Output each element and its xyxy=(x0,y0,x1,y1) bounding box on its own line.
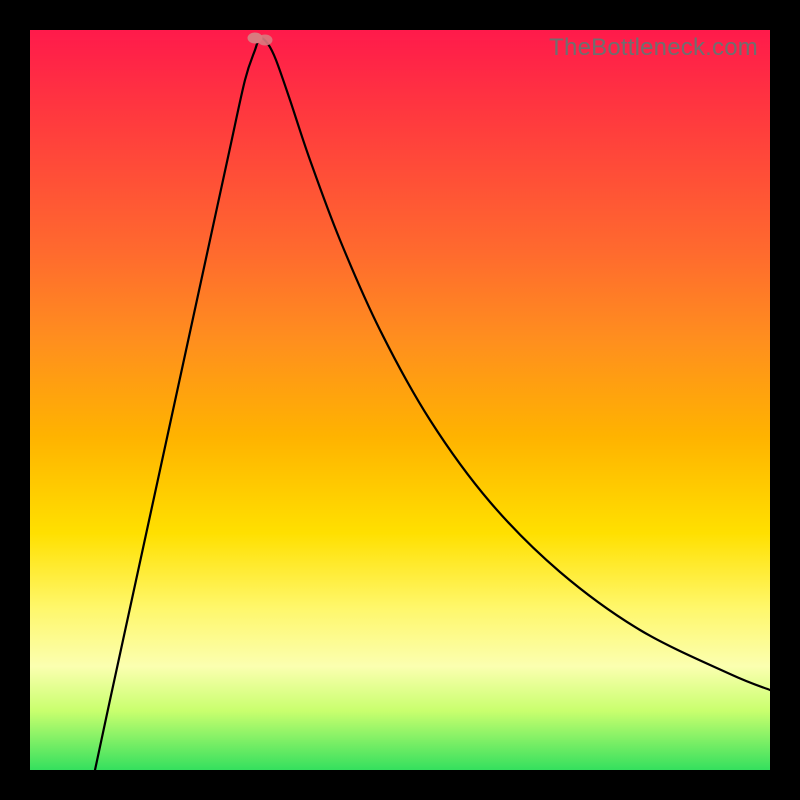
plot-area: TheBottleneck.com xyxy=(30,30,770,770)
chart-frame: TheBottleneck.com xyxy=(0,0,800,800)
bottleneck-curve xyxy=(30,30,770,770)
minimum-marker-2 xyxy=(258,35,273,46)
